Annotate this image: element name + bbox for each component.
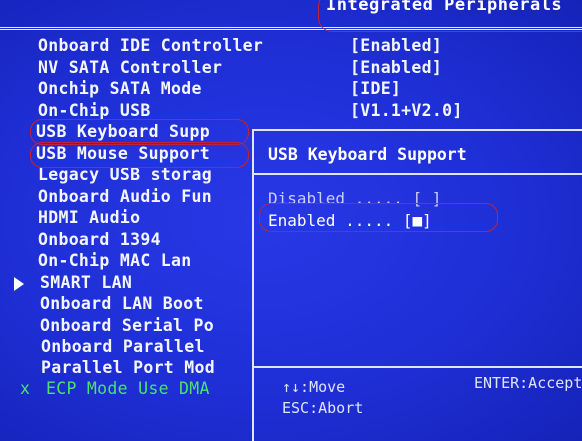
bios-menu: Onboard IDE Controller [Enabled] NV SATA… — [0, 34, 462, 400]
menu-item-onboard-ide-controller[interactable]: Onboard IDE Controller [Enabled] — [0, 36, 582, 57]
menu-item-label: Onboard Audio Fun — [38, 187, 212, 206]
menu-item-label: HDMI Audio — [38, 208, 141, 227]
dialog-footer-divider — [254, 366, 582, 368]
usb-keyboard-support-dialog: USB Keyboard Support Disabled ..... [ ] … — [252, 129, 582, 441]
annotation-usb-mouse-ellipse — [30, 142, 249, 168]
disabled-mark: x — [20, 379, 31, 398]
menu-item-nv-sata-controller[interactable]: NV SATA Controller [Enabled] — [0, 58, 582, 79]
menu-item-label: Onboard Parallel — [41, 337, 205, 356]
hint-move: ↑↓:Move — [282, 378, 346, 396]
menu-item-label: Onboard 1394 — [38, 230, 161, 249]
menu-item-label: ECP Mode Use DMA — [46, 379, 210, 398]
menu-item-label: NV SATA Controller — [38, 58, 223, 77]
menu-item-onchip-sata-mode[interactable]: Onchip SATA Mode [IDE] — [0, 79, 582, 100]
dialog-title: USB Keyboard Support — [268, 145, 467, 164]
menu-item-label: Onboard Serial Po — [40, 316, 214, 335]
menu-item-value[interactable]: [V1.1+V2.0] — [350, 101, 463, 120]
dialog-divider — [254, 173, 582, 175]
menu-item-value[interactable]: [Enabled] — [350, 58, 442, 77]
annotation-enabled-ellipse — [259, 203, 498, 232]
hint-abort: ESC:Abort — [282, 399, 364, 417]
menu-item-label: SMART LAN — [40, 273, 133, 292]
menu-item-label: Onboard LAN Boot — [40, 294, 204, 313]
menu-item-label: Onboard IDE Controller — [38, 36, 264, 55]
menu-item-label: On-Chip MAC Lan — [38, 251, 192, 270]
menu-item-value[interactable]: [Enabled] — [350, 36, 442, 55]
hint-accept: ENTER:Accept — [474, 374, 582, 392]
menu-item-label: On-Chip USB — [38, 101, 151, 120]
menu-item-label: Onchip SATA Mode — [38, 79, 202, 98]
submenu-arrow-icon — [14, 277, 24, 291]
menu-item-value[interactable]: [IDE] — [350, 79, 401, 98]
annotation-title-ellipse — [318, 0, 582, 32]
menu-item-label: Parallel Port Mod — [41, 358, 215, 377]
